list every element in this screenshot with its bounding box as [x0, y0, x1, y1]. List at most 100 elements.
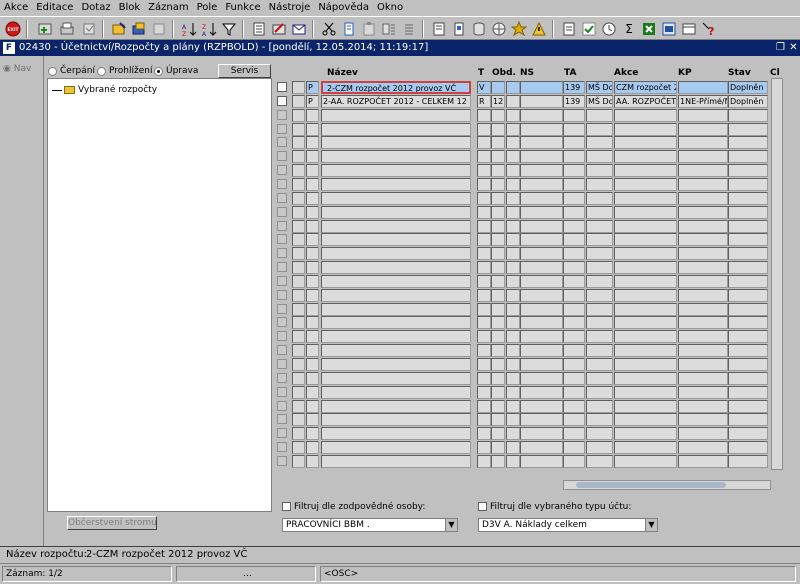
- cell-obd[interactable]: [491, 372, 505, 385]
- cell-p[interactable]: [306, 330, 319, 343]
- cell-obd2[interactable]: [506, 358, 520, 371]
- menu-editace[interactable]: Editace: [32, 0, 77, 16]
- cell-t[interactable]: [477, 206, 491, 219]
- cell-t[interactable]: [477, 455, 491, 468]
- cell-obd2[interactable]: [506, 400, 520, 413]
- cell-nazev[interactable]: 2-AA. ROZPOČET 2012 - CELKEM 12: [321, 95, 471, 108]
- cell-akce[interactable]: [614, 192, 677, 205]
- cell-obd[interactable]: [491, 261, 505, 274]
- row-checkbox[interactable]: [277, 151, 287, 161]
- cell-obd2[interactable]: [506, 330, 520, 343]
- cell-t[interactable]: [477, 150, 491, 163]
- cell-ms[interactable]: [586, 358, 613, 371]
- cell-ms[interactable]: [586, 372, 613, 385]
- cell-p[interactable]: [306, 109, 319, 122]
- cell-ta[interactable]: [563, 192, 585, 205]
- copy-text-icon[interactable]: [340, 20, 358, 38]
- cell-t[interactable]: [477, 164, 491, 177]
- window-icon[interactable]: [680, 20, 698, 38]
- row-checkbox[interactable]: [277, 428, 287, 438]
- row-indicator[interactable]: [292, 247, 305, 260]
- cell-ns[interactable]: [520, 206, 563, 219]
- cell-kp[interactable]: [678, 150, 728, 163]
- cell-obd[interactable]: [491, 206, 505, 219]
- cell-ms[interactable]: [586, 330, 613, 343]
- cell-stav[interactable]: [728, 386, 768, 399]
- cell-nazev[interactable]: [321, 372, 471, 385]
- cell-t[interactable]: [477, 358, 491, 371]
- row-checkbox[interactable]: [277, 221, 287, 231]
- row-checkbox[interactable]: [277, 124, 287, 134]
- filter-account-checkbox[interactable]: [478, 502, 487, 511]
- row-checkbox[interactable]: [277, 193, 287, 203]
- cell-stav[interactable]: [728, 400, 768, 413]
- cell-obd2[interactable]: [506, 109, 520, 122]
- cell-p[interactable]: [306, 303, 319, 316]
- cell-stav[interactable]: [728, 275, 768, 288]
- cell-t[interactable]: R: [477, 95, 491, 108]
- cell-ns[interactable]: [520, 220, 563, 233]
- row-indicator[interactable]: [292, 372, 305, 385]
- cell-ms[interactable]: [586, 413, 613, 426]
- cell-nazev[interactable]: [321, 303, 471, 316]
- cell-stav[interactable]: [728, 330, 768, 343]
- cell-ns[interactable]: [520, 400, 563, 413]
- cell-ns[interactable]: [520, 164, 563, 177]
- cell-obd[interactable]: [491, 81, 505, 94]
- cell-ns[interactable]: [520, 413, 563, 426]
- cell-obd[interactable]: [491, 441, 505, 454]
- cell-akce[interactable]: [614, 123, 677, 136]
- excel-icon[interactable]: [640, 20, 658, 38]
- cell-kp[interactable]: [678, 344, 728, 357]
- cell-nazev[interactable]: [321, 150, 471, 163]
- cell-akce[interactable]: [614, 427, 677, 440]
- cell-akce[interactable]: [614, 233, 677, 246]
- cell-obd[interactable]: [491, 275, 505, 288]
- menu-dotaz[interactable]: Dotaz: [77, 0, 114, 16]
- cell-stav[interactable]: [728, 220, 768, 233]
- cell-kp[interactable]: [678, 358, 728, 371]
- mode-radio-cerpani[interactable]: Čerpání: [48, 66, 95, 76]
- row-indicator[interactable]: [292, 386, 305, 399]
- cell-nazev[interactable]: [321, 123, 471, 136]
- cell-nazev[interactable]: [321, 455, 471, 468]
- cell-nazev[interactable]: 2-CZM rozpočet 2012 provoz VČ: [321, 81, 471, 94]
- cell-ms[interactable]: [586, 400, 613, 413]
- cell-obd2[interactable]: [506, 413, 520, 426]
- cell-obd[interactable]: [491, 192, 505, 205]
- cell-ns[interactable]: [520, 289, 563, 302]
- cell-kp[interactable]: [678, 330, 728, 343]
- cell-stav[interactable]: [728, 344, 768, 357]
- cell-p[interactable]: [306, 358, 319, 371]
- menu-blok[interactable]: Blok: [115, 0, 145, 16]
- cell-ms[interactable]: [586, 192, 613, 205]
- cell-t[interactable]: [477, 316, 491, 329]
- row-indicator[interactable]: [292, 123, 305, 136]
- cell-ms[interactable]: [586, 316, 613, 329]
- cell-ms[interactable]: [586, 303, 613, 316]
- cell-p[interactable]: [306, 289, 319, 302]
- cell-ms[interactable]: [586, 123, 613, 136]
- cell-p[interactable]: [306, 192, 319, 205]
- mail-icon[interactable]: [290, 20, 308, 38]
- cell-t[interactable]: [477, 178, 491, 191]
- save-icon[interactable]: [36, 20, 54, 38]
- budget-tree[interactable]: Vybrané rozpočty: [47, 78, 272, 512]
- cell-stav[interactable]: Doplněn: [728, 81, 768, 94]
- cell-obd2[interactable]: [506, 275, 520, 288]
- cell-t[interactable]: [477, 123, 491, 136]
- cell-akce[interactable]: [614, 372, 677, 385]
- cell-obd[interactable]: [491, 247, 505, 260]
- cell-obd[interactable]: [491, 136, 505, 149]
- cell-obd[interactable]: [491, 358, 505, 371]
- row-indicator[interactable]: [292, 455, 305, 468]
- cell-akce[interactable]: [614, 109, 677, 122]
- cell-akce[interactable]: [614, 289, 677, 302]
- cell-akce[interactable]: [614, 441, 677, 454]
- cell-kp[interactable]: [678, 372, 728, 385]
- cell-ns[interactable]: [520, 303, 563, 316]
- row-indicator[interactable]: [292, 136, 305, 149]
- cell-p[interactable]: P: [306, 95, 319, 108]
- cell-stav[interactable]: [728, 441, 768, 454]
- cell-akce[interactable]: [614, 358, 677, 371]
